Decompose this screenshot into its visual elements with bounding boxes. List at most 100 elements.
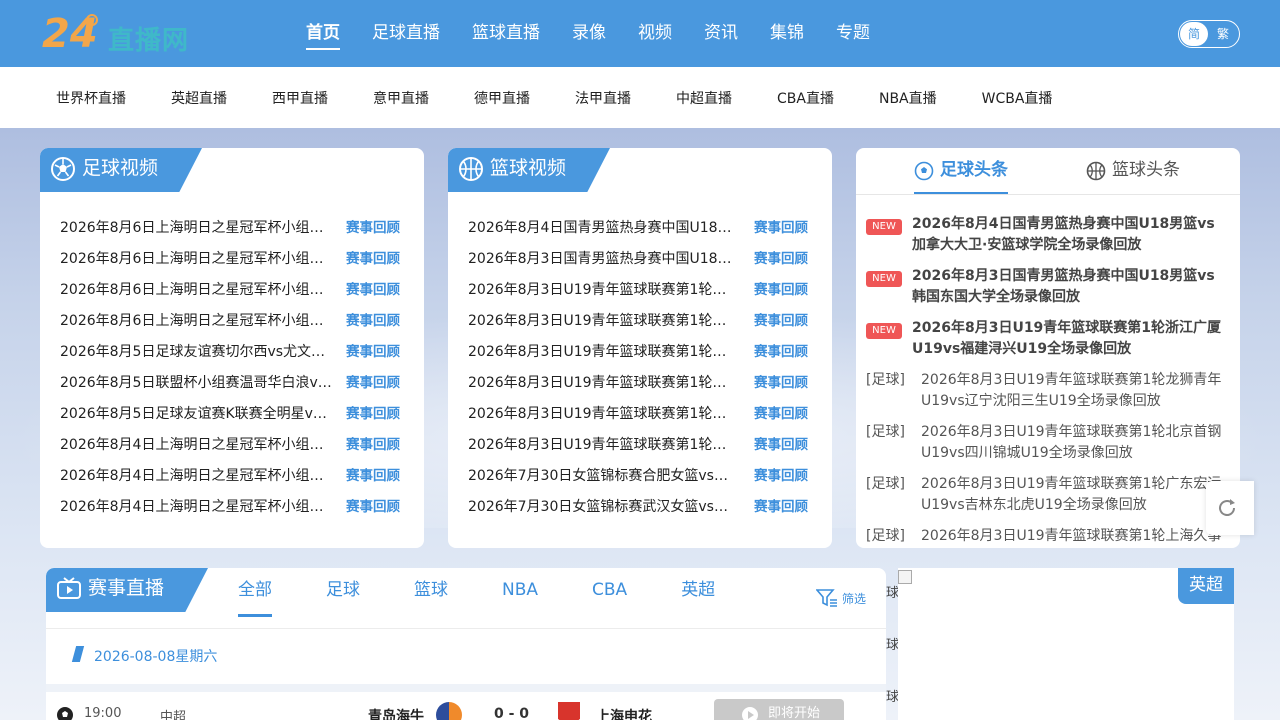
site-logo[interactable]: 24 直播网 bbox=[42, 12, 222, 58]
review-tag[interactable]: 赛事回顾 bbox=[754, 217, 808, 248]
review-tag[interactable]: 赛事回顾 bbox=[754, 310, 808, 341]
list-item[interactable]: 2026年8月3日U19青年篮球联赛第1轮上… 赛事回顾 bbox=[468, 403, 808, 434]
list-item[interactable]: 2026年8月5日足球友谊赛切尔西vs尤文图… 赛事回顾 bbox=[60, 341, 400, 372]
tab-basketball[interactable]: 篮球 bbox=[396, 568, 466, 618]
subnav-item[interactable]: 世界杯直播 bbox=[40, 88, 142, 108]
headline-text[interactable]: 2026年8月4日国青男篮热身赛中国U18男篮vs加拿大大卫·安篮球学院全场录像… bbox=[912, 216, 1215, 253]
list-item[interactable]: 2026年8月3日U19青年篮球联赛第1轮青… 赛事回顾 bbox=[468, 434, 808, 465]
subnav-item[interactable]: 英超直播 bbox=[155, 88, 243, 108]
video-title[interactable]: 2026年8月3日U19青年篮球联赛第1轮龙… bbox=[468, 310, 740, 341]
nav-highlights[interactable]: 集锦 bbox=[754, 0, 820, 67]
nav-home[interactable]: 首页 bbox=[290, 0, 356, 67]
list-item[interactable]: 2026年8月3日U19青年篮球联赛第1轮浙… 赛事回顾 bbox=[468, 279, 808, 310]
list-item[interactable]: 2026年8月4日国青男篮热身赛中国U18男… 赛事回顾 bbox=[468, 217, 808, 248]
video-title[interactable]: 2026年8月5日足球友谊赛K联赛全明星vs… bbox=[60, 403, 332, 434]
review-tag[interactable]: 赛事回顾 bbox=[754, 248, 808, 279]
review-tag[interactable]: 赛事回顾 bbox=[754, 465, 808, 496]
list-item[interactable]: 2026年8月6日上海明日之星冠军杯小组赛… 赛事回顾 bbox=[60, 279, 400, 310]
subnav-item[interactable]: WCBA直播 bbox=[966, 88, 1069, 108]
nav-news[interactable]: 资讯 bbox=[688, 0, 754, 67]
list-item[interactable]: NEW 2026年8月3日U19青年篮球联赛第1轮浙江广厦U19vs福建浔兴U19… bbox=[866, 318, 1228, 370]
list-item[interactable]: 2026年8月3日U19青年篮球联赛第1轮龙… 赛事回顾 bbox=[468, 310, 808, 341]
subnav-item[interactable]: 德甲直播 bbox=[458, 88, 546, 108]
review-tag[interactable]: 赛事回顾 bbox=[346, 248, 400, 279]
lang-traditional[interactable]: 繁 bbox=[1209, 22, 1237, 46]
tab-nba[interactable]: NBA bbox=[484, 568, 556, 618]
review-tag[interactable]: 赛事回顾 bbox=[754, 341, 808, 372]
video-title[interactable]: 2026年8月3日U19青年篮球联赛第1轮浙… bbox=[468, 279, 740, 310]
review-tag[interactable]: 赛事回顾 bbox=[754, 372, 808, 403]
subnav-item[interactable]: 西甲直播 bbox=[256, 88, 344, 108]
away-team[interactable]: 上海申花 bbox=[596, 706, 652, 720]
video-title[interactable]: 2026年8月5日足球友谊赛切尔西vs尤文图… bbox=[60, 341, 332, 372]
list-item[interactable]: NEW 2026年8月4日国青男篮热身赛中国U18男篮vs加拿大大卫·安篮球学院全… bbox=[866, 214, 1228, 266]
review-tag[interactable]: 赛事回顾 bbox=[754, 434, 808, 465]
video-title[interactable]: 2026年8月4日上海明日之星冠军杯小组赛… bbox=[60, 434, 332, 465]
list-item[interactable]: 2026年8月4日上海明日之星冠军杯小组赛… 赛事回顾 bbox=[60, 434, 400, 465]
tab-football[interactable]: 足球 bbox=[308, 568, 378, 618]
list-item[interactable]: NEW 2026年8月3日国青男篮热身赛中国U18男篮vs韩国东国大学全场录像回放 bbox=[866, 266, 1228, 318]
home-team[interactable]: 青岛海牛 bbox=[368, 706, 424, 720]
nav-football-live[interactable]: 足球直播 bbox=[356, 0, 456, 67]
review-tag[interactable]: 赛事回顾 bbox=[346, 310, 400, 341]
list-item[interactable]: 2026年8月6日上海明日之星冠军杯小组赛… 赛事回顾 bbox=[60, 248, 400, 279]
headline-text[interactable]: 2026年8月3日U19青年篮球联赛第1轮北京首钢U19vs四川锦城U19全场录… bbox=[921, 424, 1221, 461]
video-title[interactable]: 2026年8月3日U19青年篮球联赛第1轮青… bbox=[468, 434, 740, 465]
video-title[interactable]: 2026年8月6日上海明日之星冠军杯小组赛… bbox=[60, 310, 332, 341]
tab-cba[interactable]: CBA bbox=[574, 568, 645, 618]
subnav-item[interactable]: 法甲直播 bbox=[559, 88, 647, 108]
lang-simplified[interactable]: 简 bbox=[1180, 22, 1208, 46]
video-title[interactable]: 2026年8月4日国青男篮热身赛中国U18男… bbox=[468, 217, 740, 248]
list-item[interactable]: 2026年8月4日上海明日之星冠军杯小组赛… 赛事回顾 bbox=[60, 465, 400, 496]
review-tag[interactable]: 赛事回顾 bbox=[346, 341, 400, 372]
video-title[interactable]: 2026年8月3日国青男篮热身赛中国U18男… bbox=[468, 248, 740, 279]
subnav-item[interactable]: 中超直播 bbox=[660, 88, 748, 108]
video-title[interactable]: 2026年8月3日U19青年篮球联赛第1轮上… bbox=[468, 403, 740, 434]
review-tag[interactable]: 赛事回顾 bbox=[346, 403, 400, 434]
list-item[interactable]: 2026年8月5日联盟杯小组赛温哥华白浪vs… 赛事回顾 bbox=[60, 372, 400, 403]
list-item[interactable]: 2026年8月3日国青男篮热身赛中国U18男… 赛事回顾 bbox=[468, 248, 808, 279]
video-title[interactable]: 2026年8月3日U19青年篮球联赛第1轮广… bbox=[468, 372, 740, 403]
headline-text[interactable]: 2026年8月3日U19青年篮球联赛第1轮上海久事U19vs浙江稠州银行U19全… bbox=[921, 528, 1221, 548]
video-title[interactable]: 2026年7月30日女篮锦标赛合肥女篮vs山… bbox=[468, 465, 740, 496]
list-item[interactable]: 2026年8月5日足球友谊赛K联赛全明星vs… 赛事回顾 bbox=[60, 403, 400, 434]
table-row[interactable]: 19:00 中超 青岛海牛 0 - 0 上海申花 即将开始 bbox=[46, 698, 886, 720]
review-tag[interactable]: 赛事回顾 bbox=[346, 496, 400, 527]
list-item[interactable]: [足球] 2026年8月3日U19青年篮球联赛第1轮广东宏远U19vs吉林东北虎U… bbox=[866, 474, 1228, 526]
review-tag[interactable]: 赛事回顾 bbox=[346, 217, 400, 248]
video-title[interactable]: 2026年7月30日女篮锦标赛武汉女篮vs新… bbox=[468, 496, 740, 527]
premier-league-chip[interactable]: 英超 bbox=[1178, 568, 1234, 604]
list-item[interactable]: 2026年7月30日女篮锦标赛合肥女篮vs山… 赛事回顾 bbox=[468, 465, 808, 496]
review-tag[interactable]: 赛事回顾 bbox=[754, 403, 808, 434]
video-title[interactable]: 2026年8月6日上海明日之星冠军杯小组赛… bbox=[60, 279, 332, 310]
review-tag[interactable]: 赛事回顾 bbox=[346, 465, 400, 496]
video-title[interactable]: 2026年8月6日上海明日之星冠军杯小组赛… bbox=[60, 217, 332, 248]
nav-basketball-live[interactable]: 篮球直播 bbox=[456, 0, 556, 67]
review-tag[interactable]: 赛事回顾 bbox=[346, 372, 400, 403]
nav-topics[interactable]: 专题 bbox=[820, 0, 886, 67]
review-tag[interactable]: 赛事回顾 bbox=[346, 434, 400, 465]
headline-text[interactable]: 2026年8月3日国青男篮热身赛中国U18男篮vs韩国东国大学全场录像回放 bbox=[912, 268, 1215, 305]
list-item[interactable]: 2026年8月6日上海明日之星冠军杯小组赛… 赛事回顾 bbox=[60, 217, 400, 248]
match-status-button[interactable]: 即将开始 bbox=[714, 699, 844, 720]
headline-text[interactable]: 2026年8月3日U19青年篮球联赛第1轮龙狮青年U19vs辽宁沈阳三生U19全… bbox=[921, 372, 1221, 409]
tab-basketball-headlines[interactable]: 篮球头条 bbox=[1086, 158, 1180, 194]
subnav-item[interactable]: 意甲直播 bbox=[357, 88, 445, 108]
filter-button[interactable]: 筛选 bbox=[816, 589, 866, 607]
review-tag[interactable]: 赛事回顾 bbox=[754, 496, 808, 527]
subnav-item[interactable]: CBA直播 bbox=[761, 88, 850, 108]
nav-videos[interactable]: 视频 bbox=[622, 0, 688, 67]
video-title[interactable]: 2026年8月3日U19青年篮球联赛第1轮北… bbox=[468, 341, 740, 372]
video-title[interactable]: 2026年8月4日上海明日之星冠军杯小组赛… bbox=[60, 496, 332, 527]
headline-text[interactable]: 2026年8月3日U19青年篮球联赛第1轮广东宏远U19vs吉林东北虎U19全场… bbox=[921, 476, 1221, 513]
tab-football-headlines[interactable]: 足球头条 bbox=[914, 158, 1008, 194]
nav-recordings[interactable]: 录像 bbox=[556, 0, 622, 67]
list-item[interactable]: 2026年7月30日女篮锦标赛武汉女篮vs新… 赛事回顾 bbox=[468, 496, 808, 527]
review-tag[interactable]: 赛事回顾 bbox=[346, 279, 400, 310]
tab-premier-league[interactable]: 英超 bbox=[663, 568, 733, 618]
video-title[interactable]: 2026年8月5日联盟杯小组赛温哥华白浪vs… bbox=[60, 372, 332, 403]
review-tag[interactable]: 赛事回顾 bbox=[754, 279, 808, 310]
list-item[interactable]: [足球] 2026年8月3日U19青年篮球联赛第1轮龙狮青年U19vs辽宁沈阳三生… bbox=[866, 370, 1228, 422]
list-item[interactable]: [足球] 2026年8月3日U19青年篮球联赛第1轮上海久事U19vs浙江稠州银行… bbox=[866, 526, 1228, 548]
list-item[interactable]: [足球] 2026年8月3日U19青年篮球联赛第1轮北京首钢U19vs四川锦城U1… bbox=[866, 422, 1228, 474]
